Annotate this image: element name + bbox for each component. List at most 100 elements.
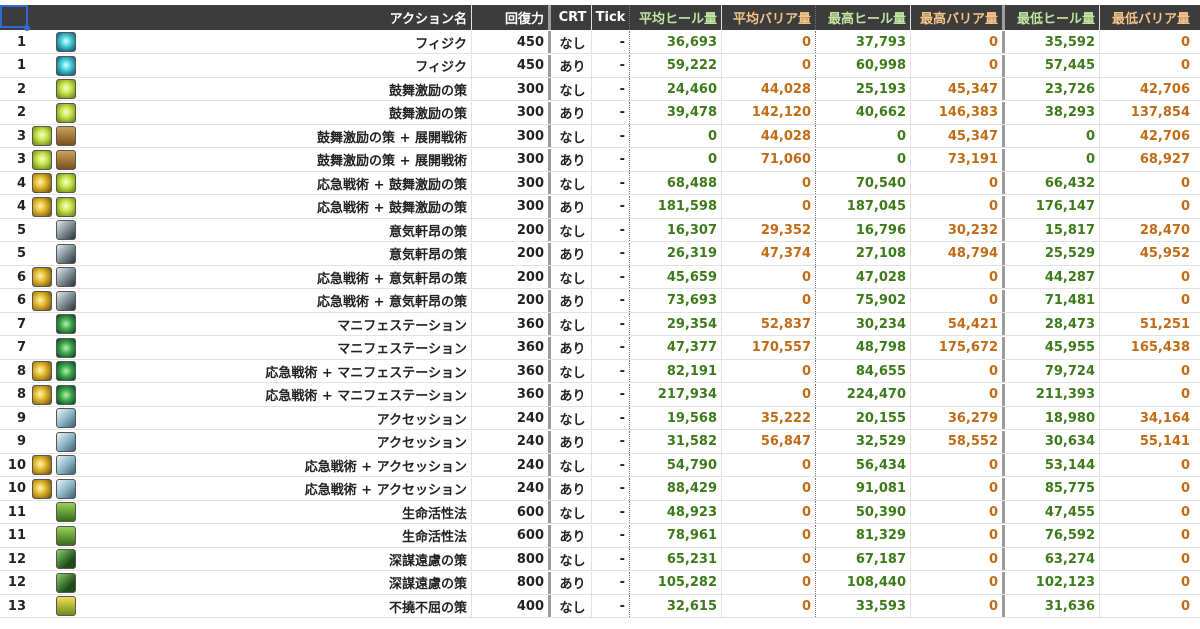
max-heal-cell[interactable]: 0 xyxy=(816,148,911,171)
icon-cell[interactable] xyxy=(54,337,78,359)
row-number[interactable]: 10 xyxy=(0,478,30,500)
potency-cell[interactable]: 300 xyxy=(472,101,551,124)
tick-cell[interactable]: - xyxy=(592,219,630,241)
min-barrier-cell[interactable]: 68,927 xyxy=(1100,149,1194,171)
potency-cell[interactable]: 300 xyxy=(472,148,551,171)
potency-cell[interactable]: 360 xyxy=(472,313,551,335)
action-name-cell[interactable]: 生命活性法 xyxy=(78,501,472,523)
row-number[interactable]: 9 xyxy=(0,407,30,429)
min-heal-cell[interactable]: 211,393 xyxy=(1008,383,1100,406)
avg-heal-cell[interactable]: 78,961 xyxy=(630,524,722,547)
max-heal-cell[interactable]: 48,798 xyxy=(816,336,911,359)
crt-cell[interactable]: なし xyxy=(554,595,592,617)
crt-cell[interactable]: なし xyxy=(554,313,592,335)
min-barrier-cell[interactable]: 0 xyxy=(1100,548,1194,570)
min-barrier-cell[interactable]: 34,164 xyxy=(1100,407,1194,429)
avg-barrier-cell[interactable]: 0 xyxy=(722,195,816,218)
icon-cell[interactable] xyxy=(30,478,54,500)
icon-cell[interactable] xyxy=(54,501,78,523)
max-barrier-cell[interactable]: 0 xyxy=(911,548,1005,570)
icon-cell[interactable] xyxy=(54,384,78,406)
icon-cell[interactable] xyxy=(30,102,54,124)
icon-cell[interactable] xyxy=(54,431,78,453)
crt-cell[interactable]: あり xyxy=(554,242,592,265)
avg-barrier-cell[interactable]: 0 xyxy=(722,31,816,53)
row-number[interactable]: 12 xyxy=(0,572,30,594)
icon-cell[interactable] xyxy=(54,172,78,194)
avg-heal-cell[interactable]: 82,191 xyxy=(630,360,722,382)
avg-heal-cell[interactable]: 26,319 xyxy=(630,242,722,265)
max-barrier-cell[interactable]: 0 xyxy=(911,172,1005,194)
min-heal-cell[interactable]: 28,473 xyxy=(1008,313,1100,335)
action-name-cell[interactable]: 意気軒昂の策 xyxy=(78,219,472,241)
max-heal-cell[interactable]: 50,390 xyxy=(816,501,911,523)
min-barrier-cell[interactable]: 55,141 xyxy=(1100,431,1194,453)
potency-cell[interactable]: 600 xyxy=(472,501,551,523)
min-heal-cell[interactable]: 71,481 xyxy=(1008,289,1100,312)
row-number[interactable]: 6 xyxy=(0,266,30,288)
icon-cell[interactable] xyxy=(54,125,78,147)
icon-cell[interactable] xyxy=(54,290,78,312)
avg-heal-cell[interactable]: 65,231 xyxy=(630,548,722,570)
avg-barrier-cell[interactable]: 0 xyxy=(722,571,816,594)
row-number[interactable]: 9 xyxy=(0,431,30,453)
action-name-cell[interactable]: 応急戦術 + 鼓舞激励の策 xyxy=(78,195,472,218)
crt-cell[interactable]: あり xyxy=(554,383,592,406)
tick-cell[interactable]: - xyxy=(592,148,630,171)
crt-cell[interactable]: あり xyxy=(554,195,592,218)
max-barrier-cell[interactable]: 0 xyxy=(911,31,1005,53)
header-potency[interactable]: 回復力 xyxy=(472,5,551,30)
icon-cell[interactable] xyxy=(30,31,54,53)
crt-cell[interactable]: なし xyxy=(554,548,592,570)
crt-cell[interactable]: なし xyxy=(554,125,592,147)
potency-cell[interactable]: 450 xyxy=(472,31,551,53)
max-heal-cell[interactable]: 67,187 xyxy=(816,548,911,570)
row-number[interactable]: 8 xyxy=(0,360,30,382)
max-barrier-cell[interactable]: 73,191 xyxy=(911,148,1005,171)
header-tick[interactable]: Tick xyxy=(592,5,630,30)
action-name-cell[interactable]: 応急戦術 + 意気軒昂の策 xyxy=(78,289,472,312)
max-heal-cell[interactable]: 16,796 xyxy=(816,219,911,241)
row-number[interactable]: 3 xyxy=(0,125,30,147)
icon-cell[interactable] xyxy=(30,431,54,453)
crt-cell[interactable]: あり xyxy=(554,101,592,124)
min-heal-cell[interactable]: 102,123 xyxy=(1008,571,1100,594)
max-heal-cell[interactable]: 25,193 xyxy=(816,78,911,100)
header-crt[interactable]: CRT xyxy=(554,5,592,30)
max-barrier-cell[interactable]: 146,383 xyxy=(911,101,1005,124)
potency-cell[interactable]: 300 xyxy=(472,195,551,218)
min-barrier-cell[interactable]: 42,706 xyxy=(1100,125,1194,147)
icon-cell[interactable] xyxy=(30,219,54,241)
min-heal-cell[interactable]: 30,634 xyxy=(1008,430,1100,453)
avg-barrier-cell[interactable]: 0 xyxy=(722,454,816,476)
potency-cell[interactable]: 400 xyxy=(472,595,551,617)
tick-cell[interactable]: - xyxy=(592,336,630,359)
tick-cell[interactable]: - xyxy=(592,313,630,335)
row-number[interactable]: 7 xyxy=(0,313,30,335)
crt-cell[interactable]: なし xyxy=(554,78,592,100)
max-heal-cell[interactable]: 56,434 xyxy=(816,454,911,476)
min-barrier-cell[interactable]: 0 xyxy=(1100,266,1194,288)
avg-heal-cell[interactable]: 29,354 xyxy=(630,313,722,335)
action-name-cell[interactable]: マニフェステーション xyxy=(78,336,472,359)
max-barrier-cell[interactable]: 58,552 xyxy=(911,430,1005,453)
min-heal-cell[interactable]: 44,287 xyxy=(1008,266,1100,288)
action-name-cell[interactable]: 鼓舞激励の策 + 展開戦術 xyxy=(78,125,472,147)
header-action-name[interactable]: アクション名 xyxy=(78,5,472,30)
potency-cell[interactable]: 240 xyxy=(472,430,551,453)
tick-cell[interactable]: - xyxy=(592,430,630,453)
crt-cell[interactable]: なし xyxy=(554,454,592,476)
max-barrier-cell[interactable]: 48,794 xyxy=(911,242,1005,265)
max-heal-cell[interactable]: 70,540 xyxy=(816,172,911,194)
min-heal-cell[interactable]: 0 xyxy=(1008,148,1100,171)
icon-cell[interactable] xyxy=(30,360,54,382)
action-name-cell[interactable]: 意気軒昂の策 xyxy=(78,242,472,265)
potency-cell[interactable]: 200 xyxy=(472,289,551,312)
min-heal-cell[interactable]: 38,293 xyxy=(1008,101,1100,124)
crt-cell[interactable]: あり xyxy=(554,336,592,359)
avg-heal-cell[interactable]: 105,282 xyxy=(630,571,722,594)
action-name-cell[interactable]: 深謀遠慮の策 xyxy=(78,571,472,594)
avg-barrier-cell[interactable]: 0 xyxy=(722,477,816,500)
action-name-cell[interactable]: 応急戦術 + 意気軒昂の策 xyxy=(78,266,472,288)
max-barrier-cell[interactable]: 0 xyxy=(911,383,1005,406)
